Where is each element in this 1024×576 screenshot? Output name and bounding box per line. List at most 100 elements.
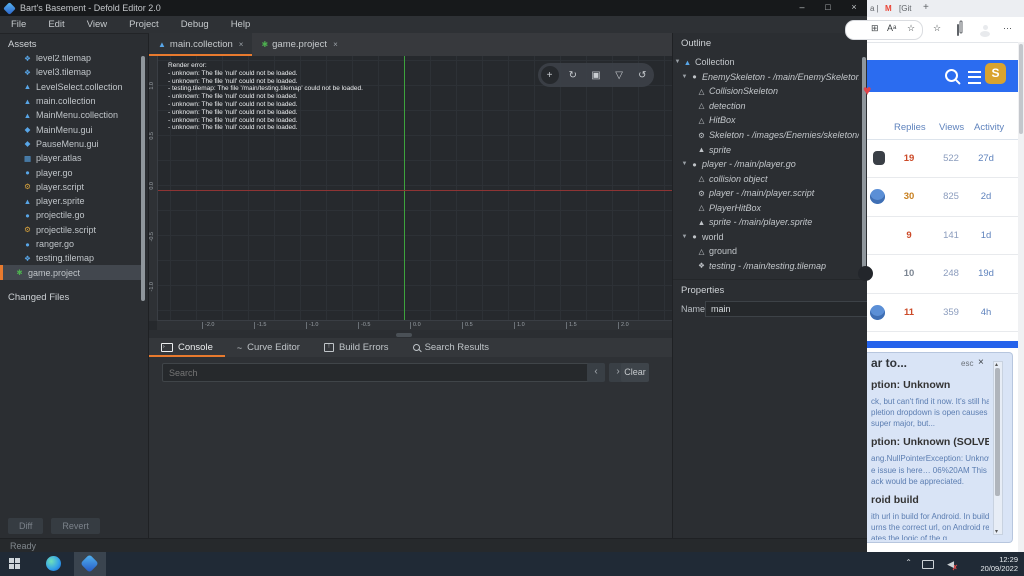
canvas-hscrollbar[interactable] [396, 333, 412, 337]
asset-item[interactable]: ● ranger.go [0, 237, 141, 251]
name-input[interactable] [705, 301, 869, 317]
popup-text[interactable]: ack would be appreciated. [871, 477, 989, 486]
menu-item[interactable]: Debug [170, 19, 220, 30]
hamburger-menu-icon[interactable] [968, 71, 981, 84]
menu-item[interactable]: View [76, 19, 118, 30]
tab-close-icon[interactable]: × [333, 40, 338, 49]
outline-item[interactable]: ▼ ● world [673, 230, 859, 245]
assets-scrollbar[interactable] [141, 56, 145, 301]
asset-item[interactable]: ▦ player.atlas [0, 151, 141, 165]
topic-avatar[interactable] [870, 304, 885, 320]
asset-item[interactable]: ⚙ player.script [0, 180, 141, 194]
popup-text[interactable]: ption: Unknown (SOLVED) [871, 436, 989, 448]
popup-text[interactable]: roid build [871, 494, 989, 506]
popup-text[interactable]: ck, but can't find it now. It's still ha… [871, 397, 989, 406]
network-icon[interactable] [922, 560, 934, 569]
read-aloud-icon[interactable]: Aᵃ [887, 23, 896, 33]
popup-text[interactable]: ption: Unknown [871, 379, 989, 391]
asset-item[interactable]: ❖ level2.tilemap [0, 55, 141, 65]
scene-canvas[interactable]: 1.0 0.5 0.0 -0.5 -1.0 -2.0 -1.5 -1.0 -0.5 0.0 0.5… [149, 56, 672, 330]
maximize-button[interactable]: □ [815, 0, 841, 16]
popup-text[interactable]: urns the correct url, on Android returns [871, 523, 989, 532]
topic-row[interactable]: 10 248 19d [858, 255, 1024, 294]
tab-search-results[interactable]: Search Results [401, 338, 501, 357]
partial-tab[interactable]: a | [870, 4, 879, 13]
outline-item[interactable]: ▼ ● EnemySkeleton - /main/EnemySkeleton.… [673, 70, 859, 85]
topic-row[interactable]: 30 825 2d [867, 178, 1024, 217]
outline-item[interactable]: △ collision object [673, 171, 859, 186]
asset-item[interactable]: ▲ MainMenu.collection [0, 108, 141, 122]
tray-chevron-icon[interactable]: ⌃ [905, 558, 912, 567]
popup-scrollbar[interactable]: ▴ ▾ [993, 361, 1003, 535]
popup-text[interactable]: super major, but... [871, 419, 989, 428]
asset-item[interactable]: ▲ main.collection [0, 94, 141, 108]
user-avatar[interactable]: S [985, 63, 1006, 84]
asset-item[interactable]: ❖ level3.tilemap [0, 65, 141, 79]
menu-item[interactable]: Project [118, 19, 170, 30]
git-tab[interactable]: [Git [899, 4, 911, 13]
column-replies[interactable]: Replies [894, 122, 926, 133]
topic-row[interactable]: 11 359 4h [867, 294, 1024, 332]
tab-curve-editor[interactable]: ~ Curve Editor [225, 338, 312, 357]
outline-item[interactable]: △ CollisionSkeleton [673, 84, 859, 99]
outline-item[interactable]: ⚙ player - /main/player.script [673, 186, 859, 201]
activity-time[interactable]: 27d [972, 153, 1000, 164]
clear-button[interactable]: Clear [621, 363, 649, 382]
scene-tool-icon[interactable]: ↻ [564, 66, 582, 84]
sidebar-icon[interactable]: ⊞ [871, 23, 879, 34]
asset-item[interactable]: ▲ player.sprite [0, 194, 141, 208]
tab-console[interactable]: › Console [149, 338, 225, 357]
topic-avatar[interactable] [858, 266, 873, 282]
scene-tool-icon[interactable]: ↺ [633, 66, 651, 84]
scene-tool-icon[interactable]: + [540, 66, 559, 84]
activity-time[interactable]: 4h [972, 307, 1000, 318]
browser-scrollbar[interactable] [1018, 42, 1024, 552]
popup-text[interactable]: ith url in build for Android. In build f… [871, 512, 989, 521]
asset-item[interactable]: ⚙ projectile.script [0, 223, 141, 237]
close-button[interactable]: × [841, 0, 867, 16]
activity-time[interactable]: 1d [972, 230, 1000, 241]
menu-item[interactable]: Help [220, 19, 262, 30]
tab-build-errors[interactable]: ! Build Errors [312, 338, 401, 357]
asset-item[interactable]: ◆ MainMenu.gui [0, 122, 141, 136]
diff-button[interactable]: Diff [8, 518, 44, 534]
popup-close-icon[interactable]: × [978, 357, 984, 368]
topic-avatar[interactable] [873, 151, 885, 165]
popup-text[interactable]: ates the logic of the g... [871, 534, 989, 540]
new-tab-button[interactable]: + [923, 2, 929, 13]
column-activity[interactable]: Activity [974, 122, 1004, 133]
scene-tool-icon[interactable]: ▣ [587, 66, 605, 84]
favorites-icon[interactable]: ☆ [933, 23, 941, 34]
outline-item[interactable]: △ HitBox [673, 113, 859, 128]
start-button[interactable] [9, 558, 20, 569]
popup-text[interactable]: e issue is here… 06%20AM This has been [871, 466, 989, 475]
asset-item[interactable]: ◆ PauseMenu.gui [0, 137, 141, 151]
add-favorite-icon[interactable]: ☆ [907, 23, 915, 34]
document-tab[interactable]: ▲ main.collection × [149, 33, 253, 56]
asset-item[interactable]: ● projectile.go [0, 208, 141, 222]
outline-item[interactable]: ▲ sprite [673, 142, 859, 157]
popup-text[interactable]: pletion dropdown is open causes an error [871, 408, 989, 417]
tab-close-icon[interactable]: × [239, 40, 244, 49]
clock[interactable]: 12:29 20/09/2022 [980, 555, 1018, 573]
editor-titlebar[interactable]: Bart's Basement - Defold Editor 2.0 – □ … [0, 0, 867, 16]
topic-avatar[interactable] [870, 189, 885, 205]
asset-item[interactable]: ● player.go [0, 165, 141, 179]
outline-item[interactable]: ⚙ Skeleton - /images/Enemies/skeleton/Sk… [673, 128, 859, 143]
outline-item[interactable]: ▼ ● player - /main/player.go [673, 157, 859, 172]
column-views[interactable]: Views [939, 122, 964, 133]
expand-arrow-icon[interactable]: ▼ [673, 59, 682, 65]
expand-arrow-icon[interactable]: ▼ [680, 74, 689, 80]
menu-item[interactable]: File [0, 19, 37, 30]
topic-row[interactable]: 19 522 27d [867, 140, 1024, 179]
console-search-input[interactable] [162, 363, 599, 382]
popup-text[interactable]: ang.NullPointerException: Unknown" when [871, 454, 989, 463]
minimize-button[interactable]: – [789, 0, 815, 16]
asset-item[interactable]: ❖ testing.tilemap [0, 251, 141, 265]
forum-search-icon[interactable] [945, 69, 958, 82]
scene-tool-icon[interactable]: ▽ [610, 66, 628, 84]
outline-item[interactable]: △ ground [673, 244, 859, 259]
activity-time[interactable]: 2d [972, 191, 1000, 202]
collections-icon[interactable] [957, 24, 959, 36]
outline-item[interactable]: △ PlayerHitBox [673, 200, 859, 215]
